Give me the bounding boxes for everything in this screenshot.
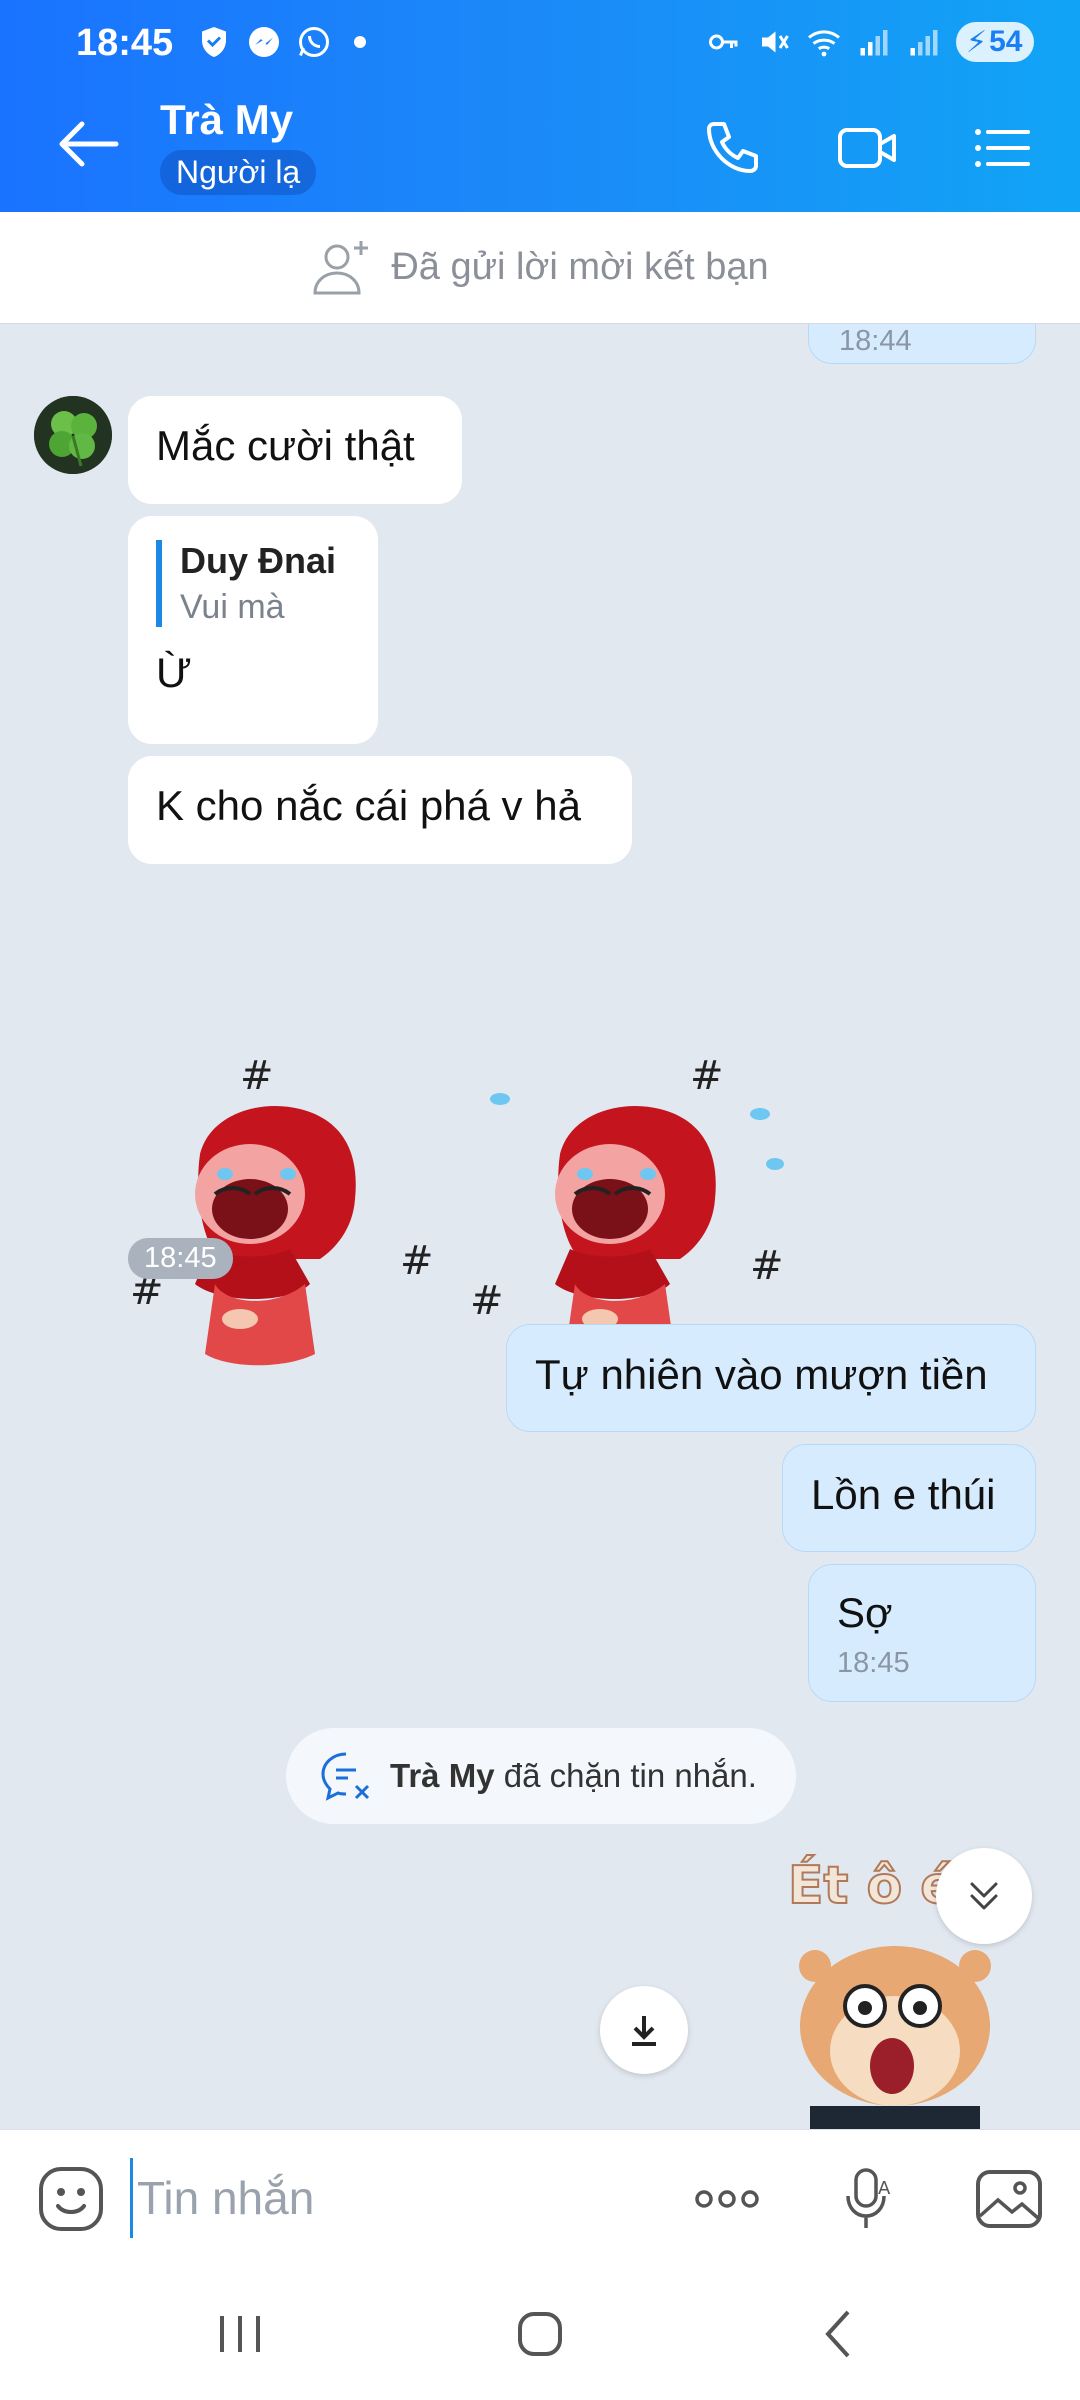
laughing-sticker[interactable]: # # # <box>130 884 450 1544</box>
messenger-icon <box>249 27 279 57</box>
message-text: Ừ <box>156 649 192 696</box>
svg-text:#: # <box>690 1053 724 1099</box>
double-chevron-down-icon <box>970 1882 998 1910</box>
outgoing-message[interactable]: Tự nhiên vào mượn tiền <box>506 1324 1036 1432</box>
download-icon <box>632 2016 656 2046</box>
system-icons: ⚡ 54 <box>706 22 1034 62</box>
quoted-text: Vui mà <box>180 588 285 626</box>
add-friend-icon <box>313 240 369 294</box>
video-call-icon[interactable] <box>836 116 900 180</box>
message-text: Sợ <box>837 1589 893 1636</box>
system-nav-bar <box>0 2266 1080 2400</box>
quoted-message[interactable]: Duy Đnai Vui mà <box>156 540 350 627</box>
scroll-to-bottom-button[interactable] <box>936 1848 1032 1944</box>
incoming-reply-message[interactable]: Duy Đnai Vui mà Ừ <box>128 516 378 744</box>
clover-icon <box>34 396 112 474</box>
blocked-notice: Trà My đã chặn tin nhắn. <box>286 1728 796 1824</box>
stranger-badge: Người lạ <box>160 150 317 195</box>
message-input[interactable] <box>130 2158 650 2238</box>
image-gallery-icon[interactable] <box>974 2164 1044 2234</box>
shield-icon <box>202 27 226 57</box>
previous-outgoing-message[interactable]: 18:44 <box>808 324 1036 364</box>
outgoing-message[interactable]: Lồn e thúi <box>782 1444 1036 1552</box>
contact-avatar[interactable] <box>34 396 112 474</box>
crying-laughing-sticker[interactable]: # # # <box>470 884 810 1544</box>
status-bar: 18:45 ⚡ 54 <box>0 0 1080 90</box>
message-list[interactable]: 18:44 Mắc cười thật Duy Đnai Vui mà Ừ K … <box>0 324 1080 2129</box>
message-text: Lồn e thúi <box>811 1471 996 1518</box>
voice-to-text-icon[interactable]: A <box>834 2164 904 2234</box>
friend-request-bar[interactable]: Đã gửi lời mời kết bạn <box>0 212 1080 324</box>
menu-list-icon[interactable] <box>970 116 1034 180</box>
sticker-timestamp: 18:45 <box>128 1238 233 1279</box>
more-notifications-dot <box>354 36 366 48</box>
more-options-icon[interactable] <box>692 2164 762 2234</box>
message-timestamp: 18:45 <box>837 1647 910 1679</box>
back-arrow-icon[interactable] <box>56 118 120 170</box>
svg-text:#: # <box>750 1243 784 1289</box>
notification-icons <box>196 24 366 60</box>
wifi-icon <box>808 30 840 57</box>
blocked-name: Trà My <box>390 1757 495 1794</box>
charging-icon: ⚡ <box>966 25 988 59</box>
contact-name[interactable]: Trà My <box>160 96 293 144</box>
incoming-message[interactable]: K cho nắc cái phá v hả <box>128 756 632 864</box>
status-time: 18:45 <box>76 22 174 64</box>
chat-header: 18:45 ⚡ 54 Trà My Người lạ <box>0 0 1080 212</box>
incoming-message[interactable]: Mắc cười thật <box>128 396 462 504</box>
whatsapp-icon <box>299 27 329 57</box>
message-blocked-icon <box>321 1752 370 1801</box>
recent-apps-icon[interactable] <box>210 2304 270 2364</box>
message-text: Tự nhiên vào mượn tiền <box>535 1351 988 1398</box>
composer-bar: A <box>0 2129 1080 2266</box>
message-text: Mắc cười thật <box>156 422 415 469</box>
outgoing-message[interactable]: Sợ 18:45 <box>808 1564 1036 1702</box>
svg-text:A: A <box>878 2178 891 2199</box>
download-sticker-button[interactable] <box>600 1986 688 2074</box>
svg-text:#: # <box>400 1238 434 1284</box>
message-timestamp: 18:44 <box>839 325 912 357</box>
key-icon <box>709 34 738 50</box>
signal-icon <box>860 30 888 56</box>
svg-text:#: # <box>240 1053 274 1099</box>
battery-level: 54 <box>989 25 1023 58</box>
blocked-text: đã chặn tin nhắn. <box>503 1757 757 1794</box>
svg-text:#: # <box>470 1278 504 1324</box>
signal-2-icon <box>910 30 938 56</box>
hamster-icon <box>799 1946 991 2129</box>
mute-icon <box>762 31 789 53</box>
message-text: K cho nắc cái phá v hả <box>156 782 581 829</box>
home-icon[interactable] <box>510 2304 570 2364</box>
phone-icon[interactable] <box>700 116 764 180</box>
back-icon[interactable] <box>810 2304 870 2364</box>
emoji-icon[interactable] <box>36 2164 106 2234</box>
friend-request-text: Đã gửi lời mời kết bạn <box>391 246 769 288</box>
battery-indicator: ⚡ 54 <box>956 22 1034 62</box>
quoted-author: Duy Đnai <box>180 540 337 581</box>
